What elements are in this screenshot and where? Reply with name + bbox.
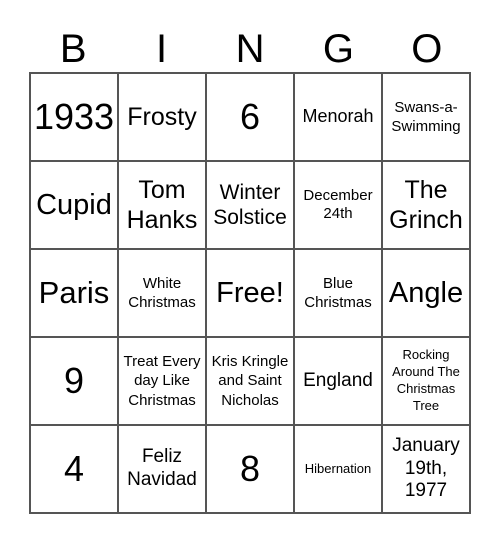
bingo-cell[interactable]: Feliz Navidad bbox=[118, 425, 206, 513]
bingo-cell[interactable]: 6 bbox=[206, 73, 294, 161]
bingo-cell[interactable]: Menorah bbox=[294, 73, 382, 161]
header-letter-b: B bbox=[59, 27, 87, 71]
bingo-cell[interactable]: Frosty bbox=[118, 73, 206, 161]
bingo-cell[interactable]: England bbox=[294, 337, 382, 425]
bingo-cell[interactable]: Tom Hanks bbox=[118, 161, 206, 249]
bingo-cell[interactable]: Angle bbox=[382, 249, 470, 337]
bingo-cell[interactable]: Kris Kringle and Saint Nicholas bbox=[206, 337, 294, 425]
bingo-cell[interactable]: Cupid bbox=[30, 161, 118, 249]
header-letter-g: G bbox=[322, 27, 354, 71]
bingo-header: B I N G O bbox=[29, 25, 471, 73]
bingo-cell[interactable]: 1933 bbox=[30, 73, 118, 161]
bingo-cell[interactable]: December 24th bbox=[294, 161, 382, 249]
header-letter-i: I bbox=[156, 27, 168, 71]
bingo-cell[interactable]: 4 bbox=[30, 425, 118, 513]
bingo-cell[interactable]: Paris bbox=[30, 249, 118, 337]
header-letter-o: O bbox=[411, 27, 443, 71]
bingo-cell[interactable]: 8 bbox=[206, 425, 294, 513]
bingo-cell[interactable]: January 19th, 1977 bbox=[382, 425, 470, 513]
bingo-cell[interactable]: White Christmas bbox=[118, 249, 206, 337]
bingo-cell[interactable]: Hibernation bbox=[294, 425, 382, 513]
bingo-cell[interactable]: Blue Christmas bbox=[294, 249, 382, 337]
free-space-cell[interactable]: Free! bbox=[206, 249, 294, 337]
bingo-cell[interactable]: 9 bbox=[30, 337, 118, 425]
header-letter-n: N bbox=[235, 27, 265, 71]
bingo-cell[interactable]: Rocking Around The Christmas Tree bbox=[382, 337, 470, 425]
bingo-cell[interactable]: Winter Solstice bbox=[206, 161, 294, 249]
bingo-cell[interactable]: Swans-a-Swimming bbox=[382, 73, 470, 161]
bingo-cell[interactable]: The Grinch bbox=[382, 161, 470, 249]
bingo-grid: 1933 Frosty 6 Menorah Swans-a-Swimming C… bbox=[29, 72, 471, 514]
bingo-cell[interactable]: Treat Every day Like Christmas bbox=[118, 337, 206, 425]
